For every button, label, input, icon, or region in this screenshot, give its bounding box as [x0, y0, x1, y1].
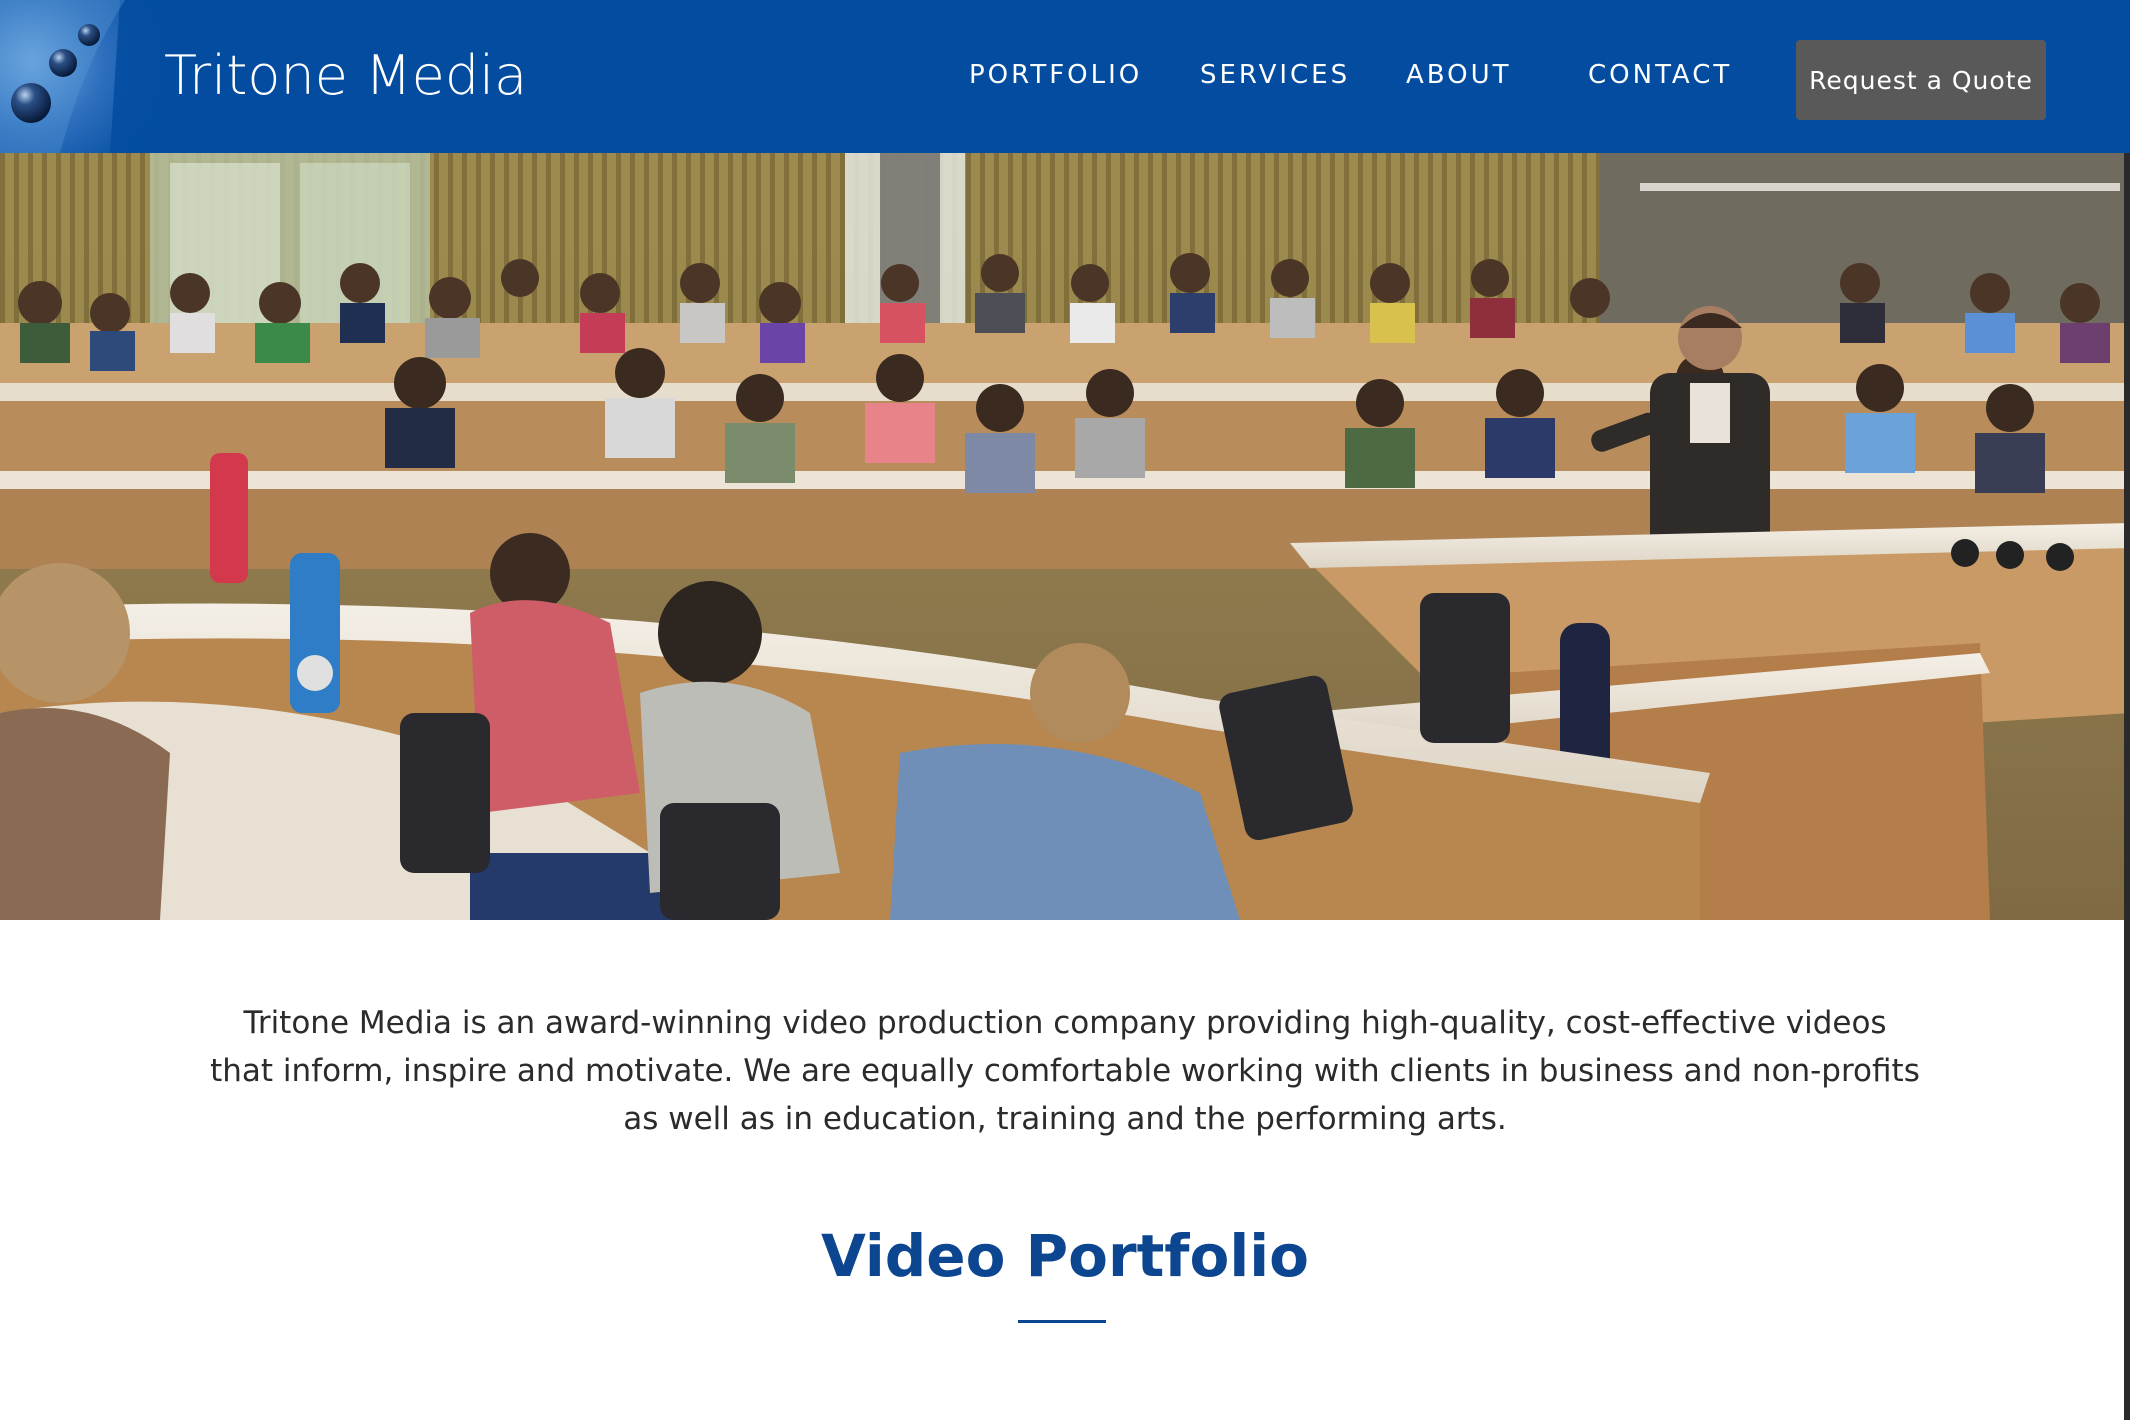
- hero-image: [0, 153, 2130, 920]
- heading-divider: [1018, 1320, 1106, 1323]
- nav-services[interactable]: SERVICES: [1200, 60, 1350, 90]
- page: Tritone Media PORTFOLIO SERVICES ABOUT C…: [0, 0, 2130, 1420]
- intro-paragraph: Tritone Media is an award-winning video …: [210, 1005, 1920, 1137]
- request-quote-button[interactable]: Request a Quote: [1796, 40, 2046, 120]
- site-header: Tritone Media PORTFOLIO SERVICES ABOUT C…: [0, 0, 2130, 153]
- nav-contact[interactable]: CONTACT: [1588, 60, 1732, 90]
- classroom-lecture-photo: [0, 153, 2130, 920]
- nav-portfolio[interactable]: PORTFOLIO: [969, 60, 1142, 90]
- portfolio-heading: Video Portfolio: [820, 1222, 1309, 1290]
- nav-about[interactable]: ABOUT: [1406, 60, 1512, 90]
